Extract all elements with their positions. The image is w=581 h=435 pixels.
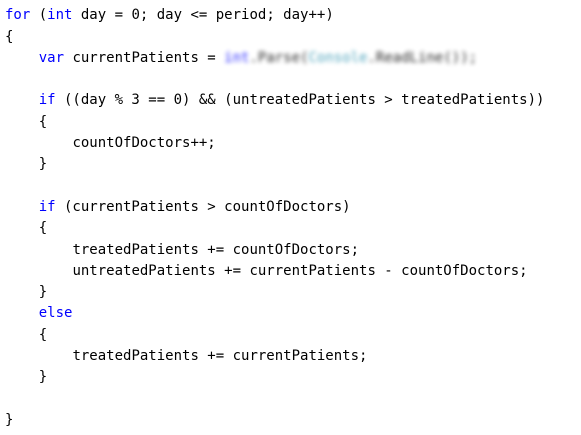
code-token: { <box>38 114 48 130</box>
code-line: } <box>5 367 47 387</box>
keyword-token: var <box>38 50 65 66</box>
code-token: } <box>5 412 14 428</box>
blurred-token: int <box>224 50 250 66</box>
blurred-token: Console <box>308 50 368 66</box>
code-line: { <box>5 325 47 345</box>
code-line: if (currentPatients > countOfDoctors) <box>5 197 351 217</box>
code-token: day = 0; day <= period; day++) <box>72 7 334 23</box>
code-line: { <box>5 27 13 47</box>
keyword-token: else <box>38 305 73 321</box>
code-token: treatedPatients += currentPatients; <box>72 348 368 364</box>
keyword-token: int <box>47 7 73 23</box>
code-line: treatedPatients += countOfDoctors; <box>5 240 359 260</box>
code-token: ((day % 3 == 0) && (untreatedPatients > … <box>55 92 545 108</box>
code-line: else <box>5 303 73 323</box>
code-token: ( <box>30 7 48 23</box>
code-token: countOfDoctors++; <box>72 135 216 151</box>
code-token: } <box>38 284 48 300</box>
code-line: untreatedPatients += currentPatients - c… <box>5 261 528 281</box>
code-token: { <box>38 327 48 343</box>
code-token: } <box>38 369 48 385</box>
blurred-token: .Parse( <box>249 50 309 66</box>
code-token: } <box>38 156 48 172</box>
code-token: treatedPatients += countOfDoctors; <box>72 242 360 258</box>
code-line: countOfDoctors++; <box>5 133 216 153</box>
code-line: { <box>5 112 47 132</box>
code-token: currentPatients = <box>64 50 225 66</box>
code-token: untreatedPatients += currentPatients - c… <box>72 263 528 279</box>
code-editor[interactable]: for (int day = 0; day <= period; day++){… <box>0 0 581 435</box>
code-line: var currentPatients = int.Parse(Console.… <box>5 48 477 68</box>
code-line: if ((day % 3 == 0) && (untreatedPatients… <box>5 90 545 110</box>
keyword-token: if <box>38 92 56 108</box>
code-line: for (int day = 0; day <= period; day++) <box>5 5 334 25</box>
code-line: } <box>5 410 13 430</box>
code-token: { <box>38 220 48 236</box>
blurred-token: .ReadLine()); <box>367 50 478 66</box>
blurred-code: int.Parse(Console.ReadLine()); <box>224 50 477 66</box>
code-token: { <box>5 29 14 45</box>
code-line: } <box>5 154 47 174</box>
code-token: (currentPatients > countOfDoctors) <box>55 199 351 215</box>
keyword-token: for <box>5 7 31 23</box>
code-line: } <box>5 282 47 302</box>
code-line: treatedPatients += currentPatients; <box>5 346 367 366</box>
code-line: { <box>5 218 47 238</box>
keyword-token: if <box>38 199 56 215</box>
